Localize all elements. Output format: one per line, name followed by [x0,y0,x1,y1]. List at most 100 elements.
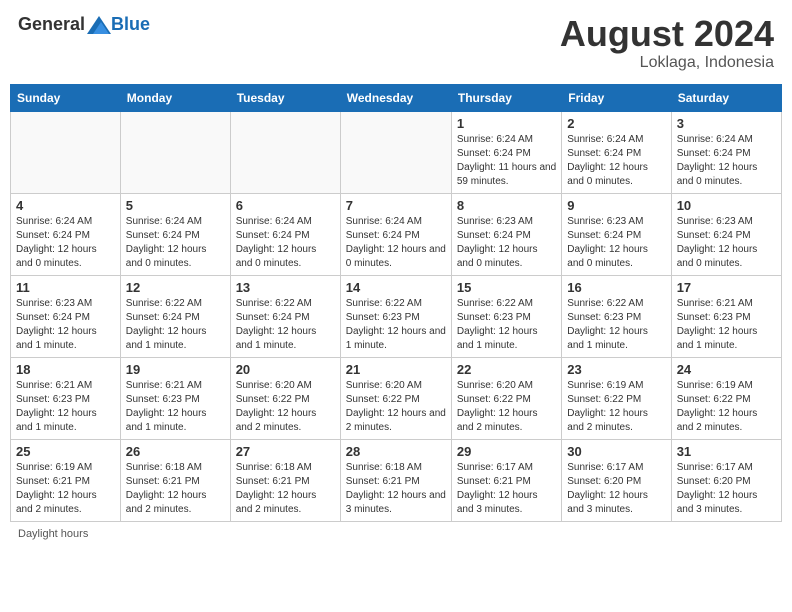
calendar-cell: 22Sunrise: 6:20 AM Sunset: 6:22 PM Dayli… [451,357,561,439]
calendar-cell: 30 Sunrise: 6:17 AM Sunset: 6:20 PM Dayli… [562,439,671,521]
day-info: Sunrise: 6:22 AM Sunset: 6:23 PM Dayligh… [457,297,556,353]
day-number: 18 [16,362,115,377]
day-number: 27 [236,444,335,459]
header-tuesday: Tuesday [230,84,340,111]
day-number: 17 [677,280,776,295]
calendar-cell: 26 Sunrise: 6:18 AM Sunset: 6:21 PM Dayli… [120,439,230,521]
header-thursday: Thursday [451,84,561,111]
day-number: 31 [677,444,776,459]
day-info: Sunrise: 6:23 AM Sunset: 6:24 PM Dayligh… [16,297,115,353]
footer-note: Daylight hours [10,528,782,540]
header-friday: Friday [562,84,671,111]
calendar-cell: 21 Sunrise: 6:20 AM Sunset: 6:22 PM Dayli… [340,357,451,439]
day-info: Sunrise: 6:18 AM Sunset: 6:21 PM Dayligh… [346,461,446,517]
week-row-4: 18 Sunrise: 6:21 AM Sunset: 6:23 PM Dayli… [11,357,782,439]
day-number: 26 [126,444,225,459]
calendar-cell: 27 Sunrise: 6:18 AM Sunset: 6:21 PM Dayli… [230,439,340,521]
header-sunday: Sunday [11,84,121,111]
calendar-cell: 19 Sunrise: 6:21 AM Sunset: 6:23 PM Dayli… [120,357,230,439]
calendar-cell: 6 Sunrise: 6:24 AM Sunset: 6:24 PM Daylig… [230,193,340,275]
day-number: 29 [457,444,556,459]
day-info: Sunrise: 6:22 AM Sunset: 6:24 PM Dayligh… [126,297,225,353]
day-number: 14 [346,280,446,295]
header-wednesday: Wednesday [340,84,451,111]
day-info: Sunrise: 6:17 AM Sunset: 6:20 PM Dayligh… [567,461,665,517]
calendar-cell: 17Sunrise: 6:21 AM Sunset: 6:23 PM Dayli… [671,275,781,357]
calendar-cell [120,111,230,193]
day-info: Sunrise: 6:24 AM Sunset: 6:24 PM Dayligh… [677,133,776,189]
day-info: Sunrise: 6:24 AM Sunset: 6:24 PM Dayligh… [16,215,115,271]
day-info: Sunrise: 6:20 AM Sunset: 6:22 PM Dayligh… [457,379,556,435]
day-number: 4 [16,198,115,213]
calendar-cell: 3 Sunrise: 6:24 AM Sunset: 6:24 PM Daylig… [671,111,781,193]
day-number: 7 [346,198,446,213]
day-number: 3 [677,116,776,131]
day-info: Sunrise: 6:20 AM Sunset: 6:22 PM Dayligh… [346,379,446,435]
header: General Blue August 2024 Loklaga, Indone… [10,10,782,76]
day-number: 16 [567,280,665,295]
logo: General Blue [18,14,150,35]
day-number: 21 [346,362,446,377]
calendar-cell [11,111,121,193]
calendar-cell: 12 Sunrise: 6:22 AM Sunset: 6:24 PM Dayli… [120,275,230,357]
calendar-cell: 25Sunrise: 6:19 AM Sunset: 6:21 PM Dayli… [11,439,121,521]
calendar-cell: 18 Sunrise: 6:21 AM Sunset: 6:23 PM Dayli… [11,357,121,439]
day-number: 20 [236,362,335,377]
day-number: 19 [126,362,225,377]
day-number: 1 [457,116,556,131]
day-number: 2 [567,116,665,131]
day-info: Sunrise: 6:22 AM Sunset: 6:23 PM Dayligh… [567,297,665,353]
day-number: 12 [126,280,225,295]
calendar-cell: 14Sunrise: 6:22 AM Sunset: 6:23 PM Dayli… [340,275,451,357]
day-info: Sunrise: 6:19 AM Sunset: 6:22 PM Dayligh… [567,379,665,435]
day-info: Sunrise: 6:21 AM Sunset: 6:23 PM Dayligh… [126,379,225,435]
logo-icon [87,16,111,34]
calendar-cell [230,111,340,193]
calendar-cell: 10 Sunrise: 6:23 AM Sunset: 6:24 PM Dayli… [671,193,781,275]
logo-text-general: General [18,14,85,35]
day-number: 6 [236,198,335,213]
day-info: Sunrise: 6:19 AM Sunset: 6:22 PM Dayligh… [677,379,776,435]
day-number: 15 [457,280,556,295]
day-info: Sunrise: 6:24 AM Sunset: 6:24 PM Dayligh… [126,215,225,271]
calendar-header-row: SundayMondayTuesdayWednesdayThursdayFrid… [11,84,782,111]
week-row-1: 1 Sunrise: 6:24 AM Sunset: 6:24 PM Daylig… [11,111,782,193]
calendar-cell: 11 Sunrise: 6:23 AM Sunset: 6:24 PM Dayli… [11,275,121,357]
month-year: August 2024 [560,14,774,54]
calendar-cell: 4 Sunrise: 6:24 AM Sunset: 6:24 PM Daylig… [11,193,121,275]
day-number: 23 [567,362,665,377]
day-info: Sunrise: 6:18 AM Sunset: 6:21 PM Dayligh… [236,461,335,517]
calendar-cell: 1Sunrise: 6:24 AM Sunset: 6:24 PM Daylig… [451,111,561,193]
day-number: 24 [677,362,776,377]
day-info: Sunrise: 6:23 AM Sunset: 6:24 PM Dayligh… [677,215,776,271]
header-saturday: Saturday [671,84,781,111]
day-number: 13 [236,280,335,295]
calendar-cell: 23 Sunrise: 6:19 AM Sunset: 6:22 PM Dayli… [562,357,671,439]
calendar-cell: 24 Sunrise: 6:19 AM Sunset: 6:22 PM Dayli… [671,357,781,439]
day-info: Sunrise: 6:24 AM Sunset: 6:24 PM Dayligh… [236,215,335,271]
day-info: Sunrise: 6:17 AM Sunset: 6:21 PM Dayligh… [457,461,556,517]
calendar-cell: 16 Sunrise: 6:22 AM Sunset: 6:23 PM Dayli… [562,275,671,357]
day-number: 11 [16,280,115,295]
calendar-cell: 7 Sunrise: 6:24 AM Sunset: 6:24 PM Daylig… [340,193,451,275]
week-row-3: 11 Sunrise: 6:23 AM Sunset: 6:24 PM Dayli… [11,275,782,357]
day-info: Sunrise: 6:22 AM Sunset: 6:24 PM Dayligh… [236,297,335,353]
day-number: 28 [346,444,446,459]
day-info: Sunrise: 6:21 AM Sunset: 6:23 PM Dayligh… [16,379,115,435]
location: Loklaga, Indonesia [560,54,774,72]
calendar-table: SundayMondayTuesdayWednesdayThursdayFrid… [10,84,782,522]
week-row-5: 25Sunrise: 6:19 AM Sunset: 6:21 PM Dayli… [11,439,782,521]
daylight-hours-label: Daylight hours [18,528,88,540]
day-number: 10 [677,198,776,213]
calendar-cell: 28 Sunrise: 6:18 AM Sunset: 6:21 PM Dayli… [340,439,451,521]
day-info: Sunrise: 6:18 AM Sunset: 6:21 PM Dayligh… [126,461,225,517]
calendar-cell: 5Sunrise: 6:24 AM Sunset: 6:24 PM Daylig… [120,193,230,275]
day-info: Sunrise: 6:20 AM Sunset: 6:22 PM Dayligh… [236,379,335,435]
calendar-cell: 20 Sunrise: 6:20 AM Sunset: 6:22 PM Dayli… [230,357,340,439]
day-number: 30 [567,444,665,459]
day-number: 8 [457,198,556,213]
day-info: Sunrise: 6:24 AM Sunset: 6:24 PM Dayligh… [346,215,446,271]
calendar-cell: 29 Sunrise: 6:17 AM Sunset: 6:21 PM Dayli… [451,439,561,521]
calendar-cell: 2Sunrise: 6:24 AM Sunset: 6:24 PM Daylig… [562,111,671,193]
title-area: August 2024 Loklaga, Indonesia [560,14,774,72]
